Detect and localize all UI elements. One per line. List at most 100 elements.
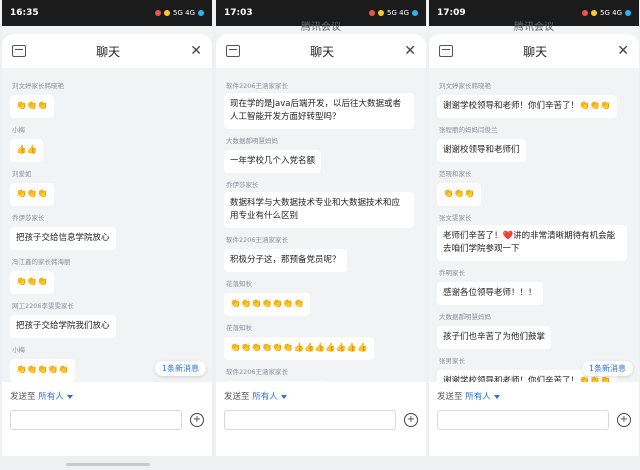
chat-title: 聊天 bbox=[96, 44, 121, 59]
message-sender: 网工2206李雯雯家长 bbox=[12, 302, 75, 310]
battery-icon bbox=[198, 10, 204, 16]
message-bubble: 老师们辛苦了！❤️讲的非常清晰期待有机会能去咱们学院参观一下 bbox=[437, 225, 627, 261]
message-list[interactable]: 刘文婷家长韩晓艳 👏👏👏 小梅 👍👍 刘爱如 👏👏👏 乔伊莎家长把孩子交给信息学院放心冯江鑫… bbox=[2, 74, 212, 382]
add-icon[interactable]: + bbox=[190, 413, 204, 427]
message-sender: 冯江鑫的家长韩海丽 bbox=[12, 258, 71, 266]
message-sender: 大数据郝明慧妈妈 bbox=[439, 313, 491, 321]
input-row: + bbox=[429, 402, 639, 430]
message-bubble: 👏👏👏👏👏👏👏 bbox=[224, 293, 311, 316]
status-time: 16:35 bbox=[10, 8, 39, 18]
message-bubble: 孩子们也辛苦了为他们鼓掌 bbox=[437, 326, 552, 349]
status-time: 17:03 bbox=[224, 8, 253, 18]
message-input[interactable] bbox=[10, 410, 182, 430]
chat-footer: 发送至 所有人 + bbox=[429, 382, 639, 456]
send-to-label: 发送至 bbox=[224, 392, 250, 402]
notification-icon bbox=[582, 10, 589, 16]
chat-sheet: 聊天 ✕ 刘文婷家长韩晓艳谢谢学校领导和老师！你们辛苦了！👏👏👏 张程丽的妈妈闫俊… bbox=[429, 34, 639, 456]
close-icon[interactable]: ✕ bbox=[404, 44, 416, 58]
message-sender: 大数据郝明慧妈妈 bbox=[226, 137, 278, 145]
chat-sheet: 聊天 ✕ 刘文婷家长韩晓艳 👏👏👏 小梅 👍👍 刘爱如 👏👏👏 乔伊莎家长把孩子交给信息学院… bbox=[2, 34, 212, 456]
message-bubble: 👏👏👏 bbox=[10, 271, 54, 294]
chat-settings-icon[interactable] bbox=[226, 45, 240, 57]
message-bubble: 👏👏👏 bbox=[10, 183, 54, 206]
send-to-selector[interactable]: 发送至 所有人 bbox=[429, 382, 639, 402]
message-sender: 范晓和家长 bbox=[439, 170, 472, 178]
send-to-target[interactable]: 所有人 bbox=[252, 392, 278, 402]
battery-icon bbox=[412, 10, 418, 16]
chat-title: 聊天 bbox=[310, 44, 335, 59]
send-to-selector[interactable]: 发送至 所有人 bbox=[2, 382, 212, 402]
chat-header: 聊天 ✕ bbox=[429, 34, 639, 68]
chat-header: 聊天 ✕ bbox=[2, 34, 212, 68]
message-sender: 小梅 bbox=[12, 346, 25, 354]
meeting-title: 腾讯会议 bbox=[301, 22, 341, 33]
notification-icon bbox=[155, 10, 162, 16]
chevron-down-icon[interactable] bbox=[493, 394, 500, 399]
message-sender: 刘文婷家长韩晓艳 bbox=[12, 82, 64, 90]
send-to-target[interactable]: 所有人 bbox=[465, 392, 491, 402]
message-sender: 花落知秋 bbox=[226, 280, 252, 288]
message-bubble: 谢谢校领导和老师们 bbox=[437, 139, 526, 162]
message-bubble: 数据科学与大数据技术专业和大数据技术和应用专业有什么区别 bbox=[224, 192, 414, 228]
status-icons: 5G 4G bbox=[369, 9, 418, 17]
message-bubble: 感谢各位领导老师！！！ bbox=[437, 282, 543, 305]
message-sender: 花落知秋 bbox=[226, 324, 252, 332]
input-row: + bbox=[216, 402, 426, 430]
message-sender: 张文雯家长 bbox=[439, 214, 472, 222]
message-sender: 乔伊莎家长 bbox=[226, 181, 259, 189]
chat-footer: 发送至 所有人 + bbox=[216, 382, 426, 456]
signal-icon: 5G 4G bbox=[173, 9, 195, 17]
status-time: 17:09 bbox=[437, 8, 466, 18]
send-to-target[interactable]: 所有人 bbox=[38, 392, 64, 402]
add-icon[interactable]: + bbox=[404, 413, 418, 427]
chat-header: 聊天 ✕ bbox=[216, 34, 426, 68]
chat-settings-icon[interactable] bbox=[12, 45, 26, 57]
message-bubble: 积极分子这，那预备党员呢？ bbox=[224, 249, 347, 272]
meeting-title: 腾讯会议 bbox=[514, 22, 554, 33]
message-bubble: 谢谢学校领导和老师！你们辛苦了！👏👏👏 bbox=[437, 95, 617, 118]
message-sender: 刘爱如 bbox=[12, 170, 32, 178]
message-bubble: 一年学校几个入党名额 bbox=[224, 150, 322, 173]
input-row: + bbox=[2, 402, 212, 430]
message-bubble: 把孩子交给信息学院放心 bbox=[10, 227, 116, 250]
close-icon[interactable]: ✕ bbox=[617, 44, 629, 58]
home-indicator[interactable] bbox=[66, 463, 150, 466]
chat-panel: 17:03 5G 4G 腾讯会议 聊天 ✕ 软件2206王涵家家长 现在学的是Ja… bbox=[216, 0, 426, 456]
message-bubble: 现在学的是Java后端开发，以后往大数据或者人工智能开发方面好转型吗？ bbox=[224, 93, 414, 129]
message-sender: 乔明家长 bbox=[439, 269, 465, 277]
notification-icon bbox=[164, 10, 171, 16]
message-bubble: 👏👏👏👏👏👏👍👍👍👍👍👍👍 bbox=[224, 337, 374, 360]
chevron-down-icon[interactable] bbox=[66, 394, 73, 399]
battery-icon bbox=[625, 10, 631, 16]
message-list[interactable]: 刘文婷家长韩晓艳谢谢学校领导和老师！你们辛苦了！👏👏👏 张程丽的妈妈闫俊兰谢谢校领… bbox=[429, 74, 639, 382]
chevron-down-icon[interactable] bbox=[280, 394, 287, 399]
message-sender: 小梅 bbox=[12, 126, 25, 134]
message-bubble: 把孩子交给学院我们放心 bbox=[10, 315, 116, 338]
notification-icon bbox=[591, 10, 598, 16]
add-icon[interactable]: + bbox=[617, 413, 631, 427]
message-bubble: 👍👍 bbox=[10, 139, 44, 162]
send-to-label: 发送至 bbox=[10, 392, 36, 402]
send-to-label: 发送至 bbox=[437, 392, 463, 402]
chat-settings-icon[interactable] bbox=[439, 45, 453, 57]
message-sender: 刘文婷家长韩晓艳 bbox=[439, 82, 491, 90]
new-message-button[interactable]: 1条新消息 bbox=[581, 361, 633, 376]
notification-icon bbox=[378, 10, 385, 16]
message-bubble: 👏👏👏👏👏 bbox=[10, 359, 75, 382]
message-list[interactable]: 软件2206王涵家家长 现在学的是Java后端开发，以后往大数据或者人工智能开发方… bbox=[216, 74, 426, 382]
chat-panel: 17:09 5G 4G 腾讯会议 聊天 ✕ 刘文婷家长韩晓艳 谢谢学校领导和老师！… bbox=[429, 0, 639, 456]
message-input[interactable] bbox=[437, 410, 609, 430]
message-sender: 乔伊莎家长 bbox=[12, 214, 45, 222]
send-to-selector[interactable]: 发送至 所有人 bbox=[216, 382, 426, 402]
status-icons: 5G 4G bbox=[155, 9, 204, 17]
status-bar: 16:35 5G 4G bbox=[2, 0, 212, 26]
message-sender: 张程丽的妈妈闫俊兰 bbox=[439, 126, 498, 134]
new-message-button[interactable]: 1条新消息 bbox=[154, 361, 206, 376]
signal-icon: 5G 4G bbox=[387, 9, 409, 17]
chat-title: 聊天 bbox=[523, 44, 548, 59]
notification-icon bbox=[369, 10, 376, 16]
message-bubble: 👏👏👏 bbox=[437, 183, 481, 206]
close-icon[interactable]: ✕ bbox=[190, 44, 202, 58]
chat-panel: 16:35 5G 4G 聊天 ✕ 刘文婷家长韩晓艳 👏👏👏 小梅 👍👍 刘爱如 👏👏👏 乔伊… bbox=[2, 0, 212, 456]
message-input[interactable] bbox=[224, 410, 396, 430]
